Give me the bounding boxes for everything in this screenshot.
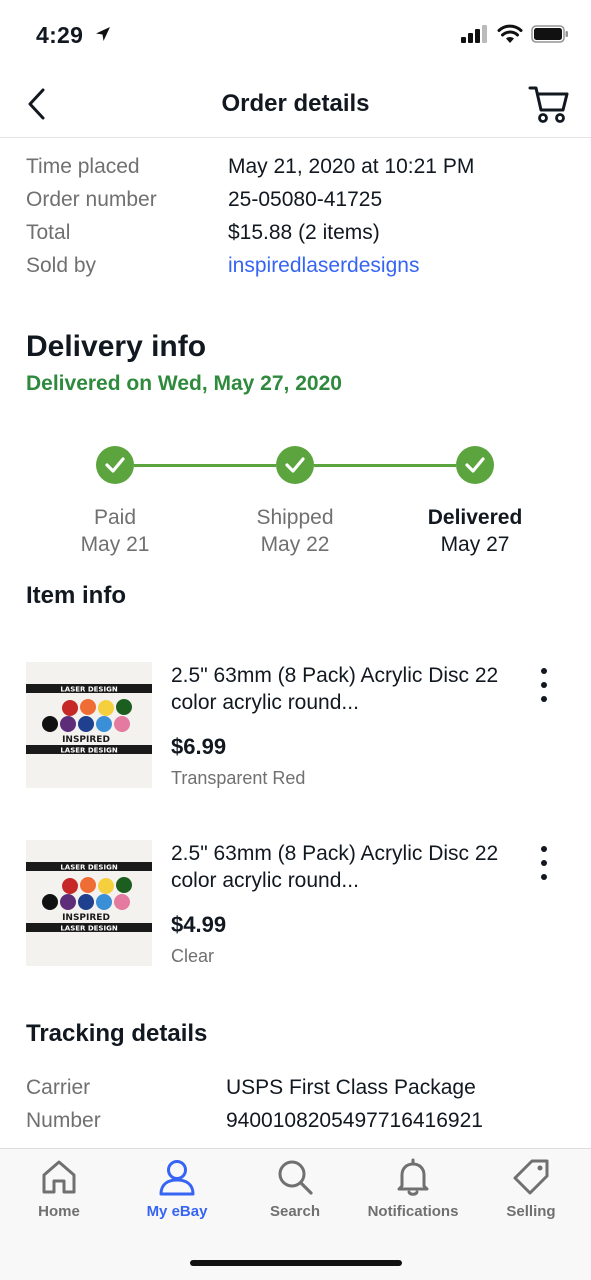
kebab-dot xyxy=(541,860,547,866)
summary-row-order-number: Order number 25-05080-41725 xyxy=(26,183,566,216)
step-label: Shipped xyxy=(256,506,334,529)
tracking-details: Carrier USPS First Class Package Number … xyxy=(26,1071,566,1137)
thumb-banner-text: LASER DESIGN xyxy=(60,925,118,933)
step-delivered-check xyxy=(456,446,494,484)
delivery-status: Delivered on Wed, May 27, 2020 xyxy=(26,372,342,395)
item-thumbnail[interactable]: LASER DESIGN LASER DESIGN INSPIRED xyxy=(26,662,152,788)
tab-notifications[interactable]: Notifications xyxy=(354,1157,472,1237)
search-icon xyxy=(278,1160,313,1195)
delivery-info-heading: Delivery info xyxy=(26,330,207,363)
step-date: May 22 xyxy=(260,533,330,556)
step-paid-check xyxy=(96,446,134,484)
item-variant: Clear xyxy=(171,946,215,966)
tab-label: Search xyxy=(269,1203,321,1220)
order-item[interactable]: LASER DESIGN LASER DESIGN INSPIRED 2.5" … xyxy=(26,840,566,968)
tracking-label: Carrier xyxy=(26,1075,91,1099)
step-paid: Paid May 21 xyxy=(45,504,185,558)
summary-label: Sold by xyxy=(26,253,97,277)
home-icon xyxy=(42,1160,76,1194)
thumb-brand-text: INSPIRED xyxy=(62,913,110,923)
summary-label: Time placed xyxy=(26,154,140,178)
summary-row-total: Total $15.88 (2 items) xyxy=(26,216,566,249)
status-time: 4:29 xyxy=(36,22,84,48)
step-date: May 27 xyxy=(440,533,510,556)
product-image: LASER DESIGN LASER DESIGN INSPIRED xyxy=(26,840,152,966)
page-title: Order details xyxy=(221,90,370,117)
checkmark-icon xyxy=(105,457,125,473)
person-icon xyxy=(159,1160,195,1196)
order-summary: Time placed May 21, 2020 at 10:21 PM Ord… xyxy=(26,150,566,282)
item-price: $6.99 xyxy=(171,734,227,759)
step-label: Paid xyxy=(93,506,137,529)
cellular-signal-icon xyxy=(461,25,487,43)
summary-row-time-placed: Time placed May 21, 2020 at 10:21 PM xyxy=(26,150,566,183)
item-title[interactable]: 2.5" 63mm (8 Pack) Acrylic Disc 22 color… xyxy=(171,840,501,894)
tracking-number[interactable]: 9400108205497716416921 xyxy=(226,1109,483,1133)
summary-value: 25-05080-41725 xyxy=(228,187,383,211)
tab-search[interactable]: Search xyxy=(236,1157,354,1237)
cart-icon xyxy=(528,86,569,123)
kebab-dot xyxy=(541,668,547,674)
summary-label: Order number xyxy=(26,187,157,211)
thumb-banner-text: LASER DESIGN xyxy=(60,686,118,694)
tab-label: My eBay xyxy=(146,1203,208,1220)
more-options-button[interactable] xyxy=(536,846,552,880)
cart-button[interactable] xyxy=(527,84,571,124)
product-image: LASER DESIGN LASER DESIGN INSPIRED xyxy=(26,662,152,788)
kebab-dot xyxy=(541,846,547,852)
tracking-value: USPS First Class Package xyxy=(226,1075,476,1099)
tab-selling[interactable]: Selling xyxy=(472,1157,590,1237)
progress-connector xyxy=(314,464,456,467)
kebab-dot xyxy=(541,696,547,702)
tracking-row-carrier: Carrier USPS First Class Package xyxy=(26,1071,566,1104)
step-label: Delivered xyxy=(427,506,523,529)
status-bar: 4:29 xyxy=(0,0,591,70)
more-options-button[interactable] xyxy=(536,668,552,702)
step-delivered: Delivered May 27 xyxy=(405,504,545,558)
item-variant: Transparent Red xyxy=(171,768,306,788)
item-thumbnail[interactable]: LASER DESIGN LASER DESIGN INSPIRED xyxy=(26,840,152,966)
home-indicator xyxy=(190,1260,402,1266)
status-icons xyxy=(461,24,569,44)
wifi-icon xyxy=(497,24,523,43)
item-title[interactable]: 2.5" 63mm (8 Pack) Acrylic Disc 22 color… xyxy=(171,662,501,716)
summary-label: Total xyxy=(26,220,71,244)
step-date: May 21 xyxy=(80,533,150,556)
checkmark-icon xyxy=(285,457,305,473)
summary-value: $15.88 (2 items) xyxy=(228,220,380,244)
seller-link[interactable]: inspiredlaserdesigns xyxy=(228,254,419,278)
progress-connector xyxy=(134,464,276,467)
app-header: Order details xyxy=(0,70,591,138)
item-price: $4.99 xyxy=(171,912,227,937)
item-info-heading: Item info xyxy=(26,582,126,609)
battery-icon xyxy=(531,25,568,43)
thumb-banner-text: LASER DESIGN xyxy=(60,864,118,872)
summary-row-sold-by: Sold by inspiredlaserdesigns xyxy=(26,249,566,282)
tab-label: Notifications xyxy=(367,1203,459,1220)
tracking-label: Number xyxy=(26,1108,101,1132)
tag-icon xyxy=(513,1159,549,1195)
bell-icon xyxy=(397,1158,429,1196)
delivery-progress: Paid May 21 Shipped May 22 Delivered May… xyxy=(0,446,591,566)
thumb-banner-text: LASER DESIGN xyxy=(60,747,118,755)
tracking-row-number: Number 9400108205497716416921 xyxy=(26,1104,566,1137)
tracking-details-heading: Tracking details xyxy=(26,1020,208,1047)
location-arrow-icon xyxy=(96,27,110,41)
tab-label: Home xyxy=(38,1203,80,1220)
tab-my-ebay[interactable]: My eBay xyxy=(118,1157,236,1237)
checkmark-icon xyxy=(465,457,485,473)
kebab-dot xyxy=(541,874,547,880)
tab-home[interactable]: Home xyxy=(0,1157,118,1237)
order-item[interactable]: LASER DESIGN LASER DESIGN INSPIRED 2.5" … xyxy=(26,662,566,790)
thumb-brand-text: INSPIRED xyxy=(62,735,110,745)
step-shipped: Shipped May 22 xyxy=(225,504,365,558)
summary-value: May 21, 2020 at 10:21 PM xyxy=(228,154,475,178)
kebab-dot xyxy=(541,682,547,688)
step-shipped-check xyxy=(276,446,314,484)
tab-label: Selling xyxy=(506,1203,556,1220)
